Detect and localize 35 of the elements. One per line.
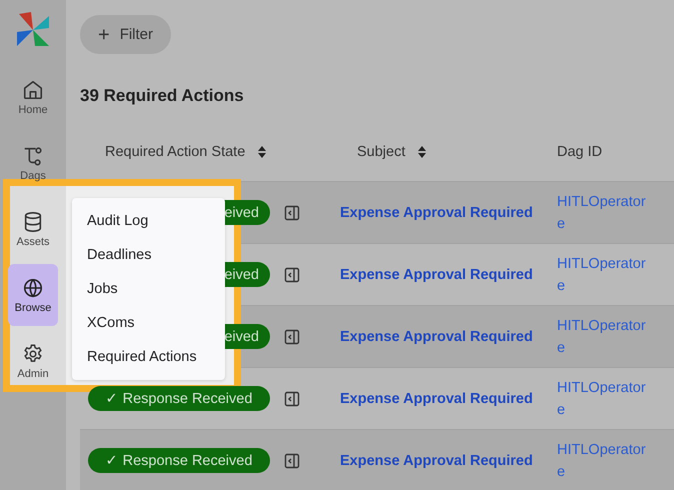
panel-icon[interactable] [284, 266, 300, 282]
subject-link[interactable]: Expense Approval Required [340, 452, 533, 468]
globe-icon [22, 276, 44, 298]
panel-icon[interactable] [284, 328, 300, 344]
dag-id-link[interactable]: HITLOperator e [557, 252, 646, 296]
status-badge: ✓ Response Received [88, 448, 270, 473]
page-title: 39 Required Actions [80, 86, 245, 106]
column-header[interactable]: Required Action State [105, 144, 246, 160]
status-badge: ✓ Response Received [88, 386, 270, 411]
pinwheel-logo[interactable] [15, 12, 51, 48]
dag-id-link[interactable]: HITLOperator e [557, 376, 646, 420]
column-header[interactable]: Subject [357, 144, 406, 160]
subject-link[interactable]: Expense Approval Required [340, 328, 533, 344]
filter-button[interactable]: + Filter [80, 15, 172, 54]
dag-id-link[interactable]: HITLOperator e [557, 314, 646, 358]
panel-icon[interactable] [284, 452, 300, 468]
column-header[interactable]: Dag ID [557, 144, 602, 160]
sort-icon[interactable] [257, 145, 268, 159]
sidebar-item[interactable]: Assets [8, 198, 58, 260]
settings-icon [22, 342, 44, 364]
sort-icon[interactable] [417, 145, 428, 159]
sidebar-item[interactable]: Browse [8, 264, 58, 326]
dag-id-link[interactable]: HITLOperator e [557, 190, 646, 234]
subject-link[interactable]: Expense Approval Required [340, 266, 533, 282]
dag-id-link[interactable]: HITLOperator e [557, 438, 646, 482]
sidebar-item[interactable]: Dags [8, 132, 58, 194]
sidebar-item[interactable]: Home [8, 66, 58, 128]
database-icon [22, 210, 44, 232]
home-icon [22, 78, 44, 100]
panel-icon[interactable] [284, 204, 300, 220]
sidebar-item[interactable]: Admin [8, 330, 58, 392]
graph-icon [22, 144, 44, 166]
subject-link[interactable]: Expense Approval Required [340, 204, 533, 220]
panel-icon[interactable] [284, 390, 300, 406]
subject-link[interactable]: Expense Approval Required [340, 390, 533, 406]
